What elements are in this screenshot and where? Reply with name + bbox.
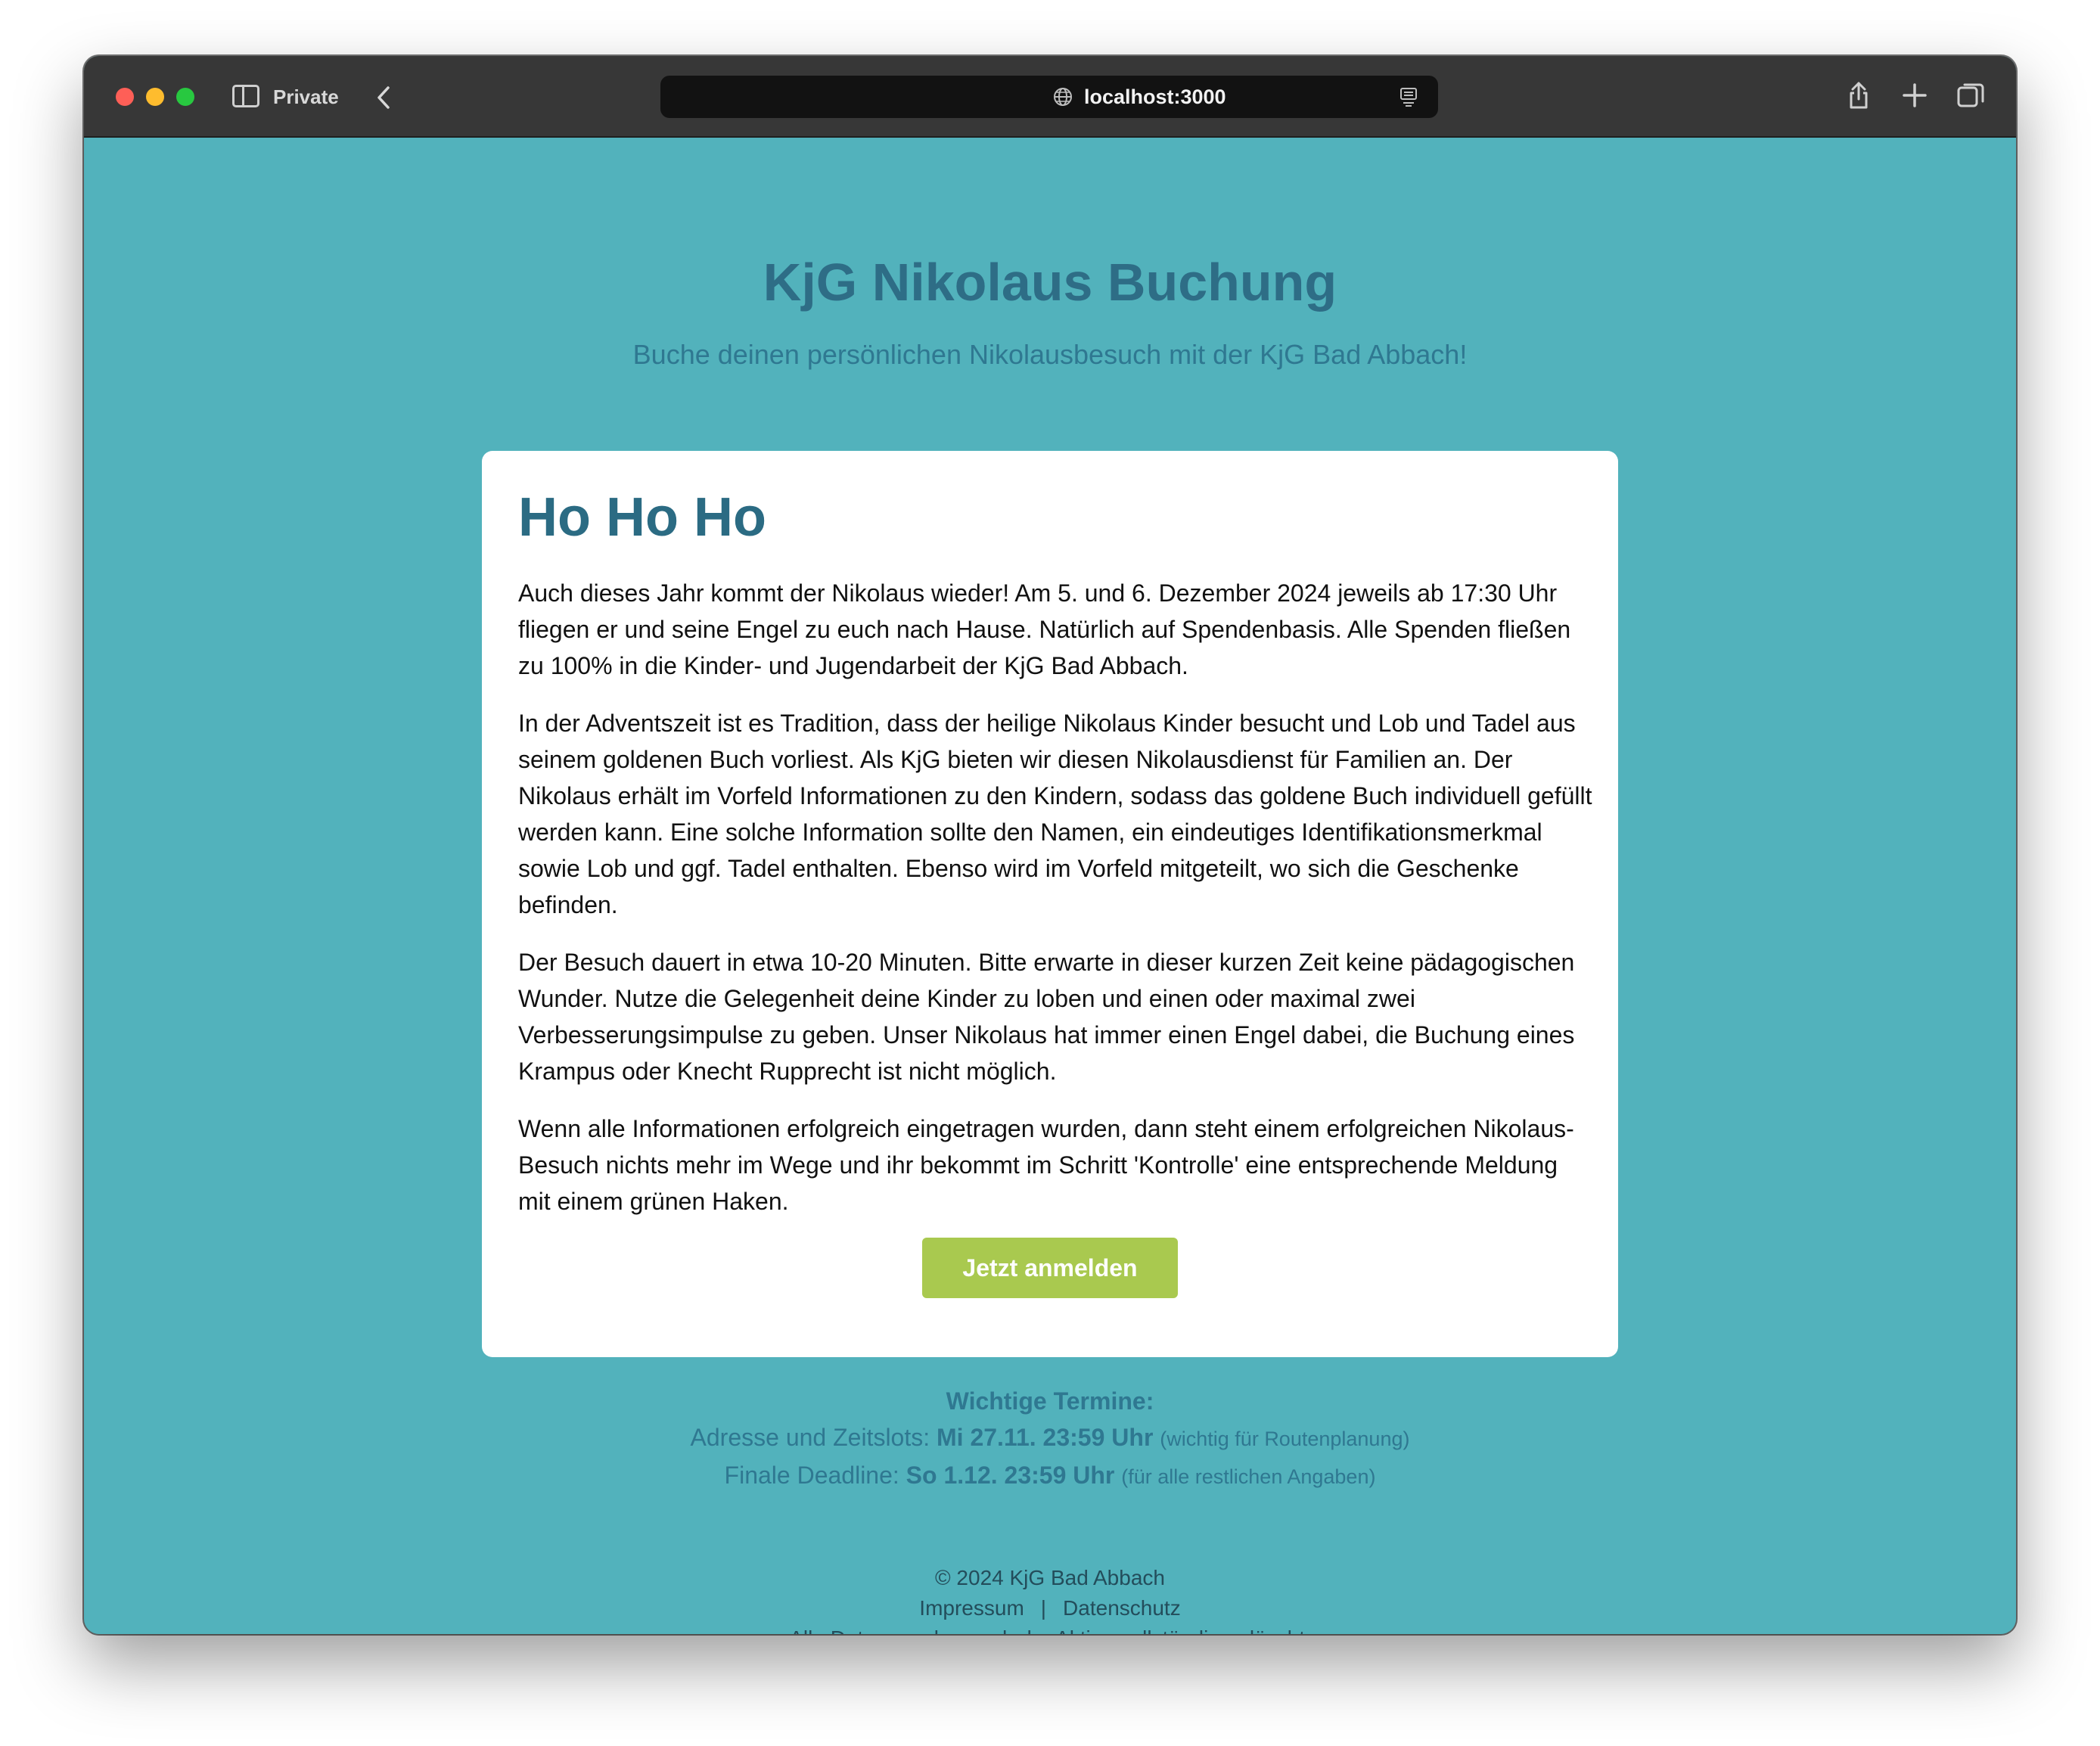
info-card: Ho Ho Ho Auch dieses Jahr kommt der Niko… bbox=[482, 451, 1618, 1357]
reader-mode-icon[interactable] bbox=[1399, 86, 1418, 107]
impressum-link[interactable]: Impressum bbox=[919, 1596, 1024, 1620]
datenschutz-link[interactable]: Datenschutz bbox=[1063, 1596, 1181, 1620]
tab-overview-icon[interactable] bbox=[1954, 79, 1987, 112]
sidebar-toggle-icon[interactable] bbox=[232, 85, 259, 107]
data-deletion-notice: Alle Daten werden nach der Aktion vollst… bbox=[84, 1623, 2016, 1634]
page-content: KjG Nikolaus Buchung Buche deinen persön… bbox=[84, 138, 2016, 1634]
date-label: Finale Deadline: bbox=[724, 1462, 899, 1489]
date-note: (für alle restlichen Angaben) bbox=[1121, 1465, 1376, 1488]
close-window-button[interactable] bbox=[116, 88, 134, 106]
globe-icon bbox=[1054, 88, 1072, 106]
date-item: Adresse und Zeitslots: Mi 27.11. 23:59 U… bbox=[84, 1419, 2016, 1457]
url-text: localhost:3000 bbox=[1084, 85, 1226, 108]
visit-paragraph: Der Besuch dauert in etwa 10-20 Minuten.… bbox=[518, 949, 1575, 1085]
dates-heading: Wichtige Termine: bbox=[946, 1387, 1154, 1415]
share-icon[interactable] bbox=[1842, 79, 1875, 112]
intro-paragraph: Auch dieses Jahr kommt der Nikolaus wied… bbox=[518, 579, 1571, 679]
copyright: © 2024 KjG Bad Abbach bbox=[935, 1566, 1165, 1589]
signup-button[interactable]: Jetzt anmelden bbox=[922, 1238, 1178, 1298]
footer-links: Impressum | Datenschutz bbox=[84, 1593, 2016, 1623]
minimize-window-button[interactable] bbox=[146, 88, 164, 106]
important-dates: Wichtige Termine: Adresse und Zeitslots:… bbox=[84, 1383, 2016, 1495]
tradition-paragraph: In der Adventszeit ist es Tradition, das… bbox=[518, 710, 1592, 918]
browser-toolbar: Private localhost:3000 bbox=[84, 56, 2016, 138]
browser-window: Private localhost:3000 KjG Nikolaus Buch… bbox=[84, 56, 2016, 1634]
footer-separator: | bbox=[1040, 1596, 1047, 1620]
date-label: Adresse und Zeitslots: bbox=[690, 1424, 930, 1451]
card-title: Ho Ho Ho bbox=[518, 487, 766, 548]
address-bar[interactable]: localhost:3000 bbox=[660, 76, 1438, 118]
private-mode-label: Private bbox=[273, 85, 339, 108]
site-subtitle: Buche deinen persönlichen Nikolausbesuch… bbox=[632, 339, 1468, 370]
date-value: So 1.12. 23:59 Uhr bbox=[906, 1462, 1115, 1489]
zoom-window-button[interactable] bbox=[176, 88, 194, 106]
confirmation-paragraph: Wenn alle Informationen erfolgreich eing… bbox=[518, 1115, 1574, 1215]
new-tab-icon[interactable] bbox=[1898, 79, 1931, 112]
site-title: KjG Nikolaus Buchung bbox=[763, 253, 1337, 312]
date-note: (wichtig für Routenplanung) bbox=[1160, 1428, 1410, 1450]
date-value: Mi 27.11. 23:59 Uhr bbox=[937, 1424, 1154, 1451]
footer: © 2024 KjG Bad Abbach Impressum | Datensch… bbox=[84, 1563, 2016, 1634]
back-icon[interactable] bbox=[371, 85, 397, 110]
date-item: Finale Deadline: So 1.12. 23:59 Uhr (für… bbox=[84, 1457, 2016, 1495]
